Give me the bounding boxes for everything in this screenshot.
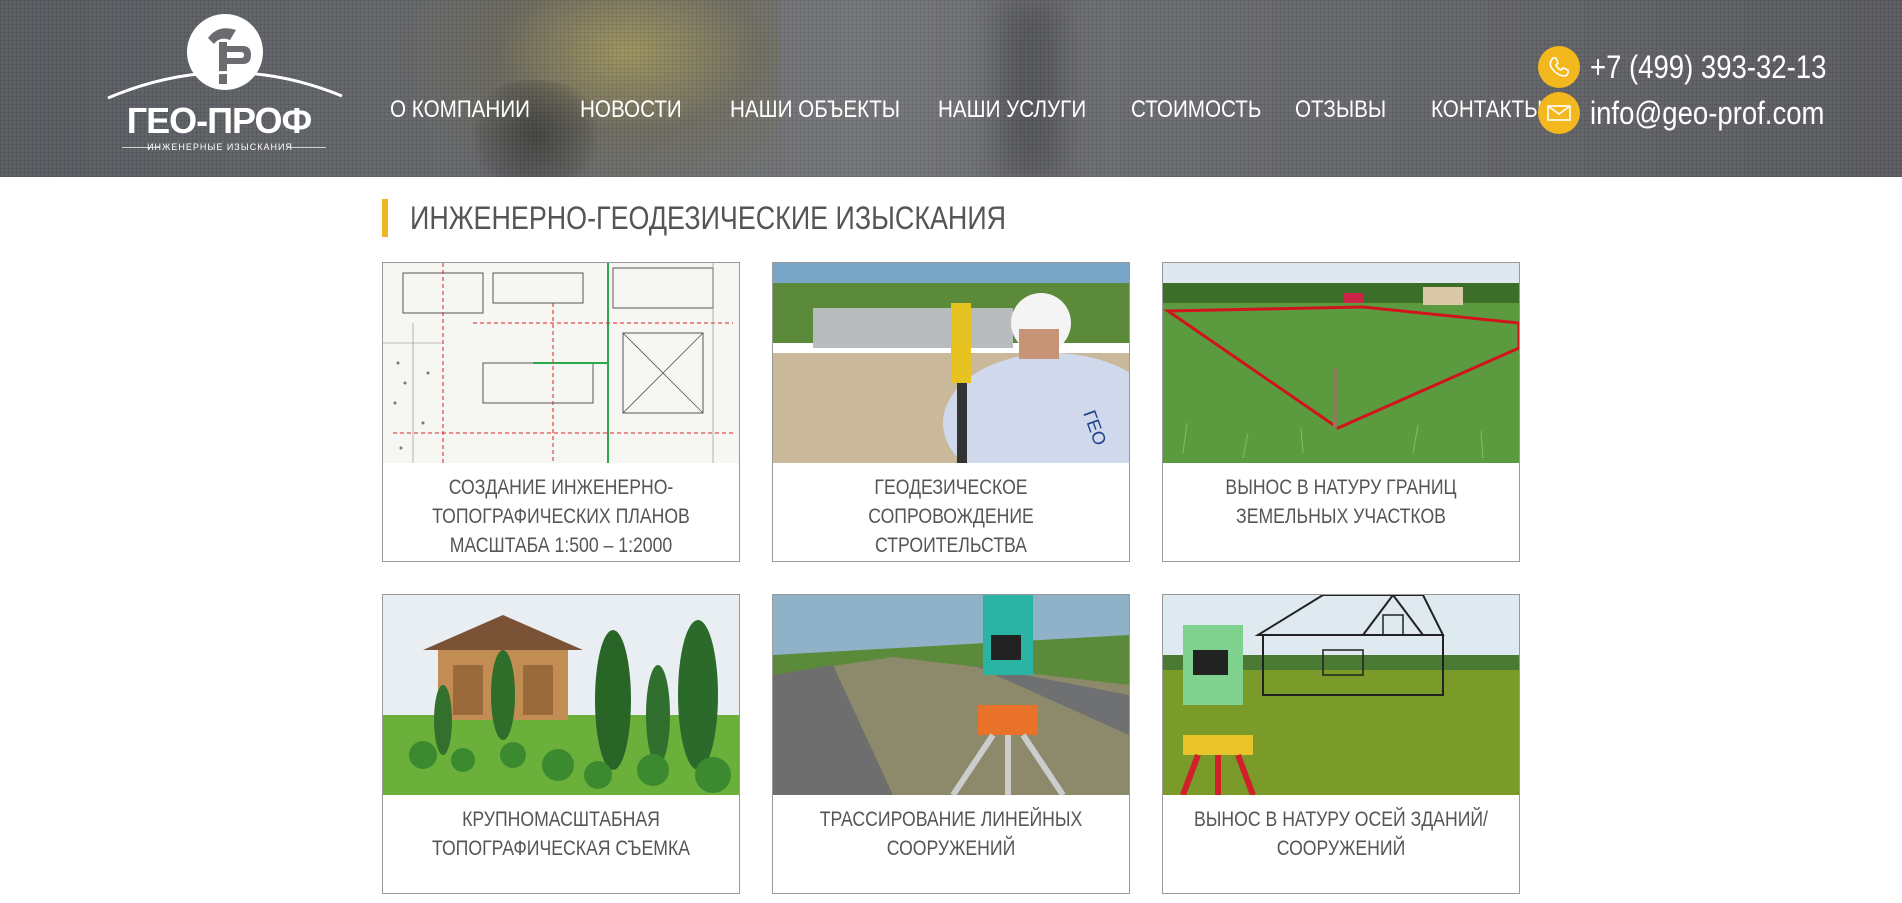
phone-icon [1538, 46, 1580, 88]
nav-item-about[interactable]: О КОМПАНИИ [390, 96, 530, 124]
logo-divider-right [288, 147, 326, 148]
service-card-topographic-survey[interactable]: КРУПНОМАСШТАБНАЯ ТОПОГРАФИЧЕСКАЯ СЪЕМКА [382, 594, 740, 894]
nav-item-objects[interactable]: НАШИ ОБЪЕКТЫ [730, 96, 900, 124]
land-plot-boundary-image[interactable] [1163, 263, 1519, 463]
nav-item-pricing[interactable]: СТОИМОСТЬ [1131, 96, 1261, 124]
logo-emblem-icon [107, 14, 343, 100]
topographic-plan-image[interactable] [383, 263, 739, 463]
main-nav: О КОМПАНИИ НОВОСТИ НАШИ ОБЪЕКТЫ НАШИ УСЛ… [390, 96, 1581, 124]
card-caption[interactable]: СОЗДАНИЕ ИНЖЕНЕРНО-ТОПОГРАФИЧЕСКИХ ПЛАНО… [383, 463, 739, 561]
site-logo[interactable]: ГЕО-ПРОФ ИНЖЕНЕРНЫЕ ИЗЫСКАНИЯ [100, 8, 350, 158]
logo-subtitle: ИНЖЕНЕРНЫЕ ИЗЫСКАНИЯ [147, 142, 293, 152]
road-theodolite-image[interactable] [773, 595, 1129, 795]
card-caption[interactable]: КРУПНОМАСШТАБНАЯ ТОПОГРАФИЧЕСКАЯ СЪЕМКА [383, 795, 739, 893]
title-accent-bar [382, 199, 388, 237]
service-card-land-boundaries[interactable]: ВЫНОС В НАТУРУ ГРАНИЦ ЗЕМЕЛЬНЫХ УЧАСТКОВ [1162, 262, 1520, 562]
mail-icon [1538, 92, 1580, 134]
card-caption[interactable]: ВЫНОС В НАТУРУ ОСЕЙ ЗДАНИЙ/СООРУЖЕНИЙ [1163, 795, 1519, 893]
surveyor-with-instrument-image[interactable]: ГЕО [773, 263, 1129, 463]
email-address[interactable]: info@geo-prof.com [1590, 95, 1824, 132]
service-card-topographic-plans[interactable]: СОЗДАНИЕ ИНЖЕНЕРНО-ТОПОГРАФИЧЕСКИХ ПЛАНО… [382, 262, 740, 562]
house-outline-total-station-image[interactable] [1163, 595, 1519, 795]
service-card-linear-structures[interactable]: ТРАССИРОВАНИЕ ЛИНЕЙНЫХ СООРУЖЕНИЙ [772, 594, 1130, 894]
service-card-building-axes[interactable]: ВЫНОС В НАТУРУ ОСЕЙ ЗДАНИЙ/СООРУЖЕНИЙ [1162, 594, 1520, 894]
logo-text: ГЕО-ПРОФ [126, 100, 313, 141]
garden-gazebo-image[interactable] [383, 595, 739, 795]
site-header: ГЕО-ПРОФ ИНЖЕНЕРНЫЕ ИЗЫСКАНИЯ О КОМПАНИИ… [0, 0, 1902, 177]
service-card-construction-support[interactable]: ГЕО ГЕОДЕЗИЧЕСКОЕ СОПРОВОЖДЕНИЕ СТРОИТЕЛ… [772, 262, 1130, 562]
email-contact[interactable]: info@geo-prof.com [1538, 92, 1863, 134]
nav-item-news[interactable]: НОВОСТИ [580, 96, 682, 124]
phone-contact[interactable]: +7 (499) 393-32-13 [1538, 46, 1865, 88]
card-caption[interactable]: ТРАССИРОВАНИЕ ЛИНЕЙНЫХ СООРУЖЕНИЙ [773, 795, 1129, 893]
nav-item-contacts[interactable]: КОНТАКТЫ [1431, 96, 1542, 124]
card-caption[interactable]: ВЫНОС В НАТУРУ ГРАНИЦ ЗЕМЕЛЬНЫХ УЧАСТКОВ [1163, 463, 1519, 561]
nav-item-reviews[interactable]: ОТЗЫВЫ [1295, 96, 1386, 124]
section-title: ИНЖЕНЕРНО-ГЕОДЕЗИЧЕСКИЕ ИЗЫСКАНИЯ [382, 199, 1120, 237]
phone-number[interactable]: +7 (499) 393-32-13 [1590, 49, 1826, 86]
nav-item-services[interactable]: НАШИ УСЛУГИ [938, 96, 1086, 124]
card-caption[interactable]: ГЕОДЕЗИЧЕСКОЕ СОПРОВОЖДЕНИЕ СТРОИТЕЛЬСТВ… [773, 463, 1129, 561]
page-title: ИНЖЕНЕРНО-ГЕОДЕЗИЧЕСКИЕ ИЗЫСКАНИЯ [410, 199, 1007, 236]
